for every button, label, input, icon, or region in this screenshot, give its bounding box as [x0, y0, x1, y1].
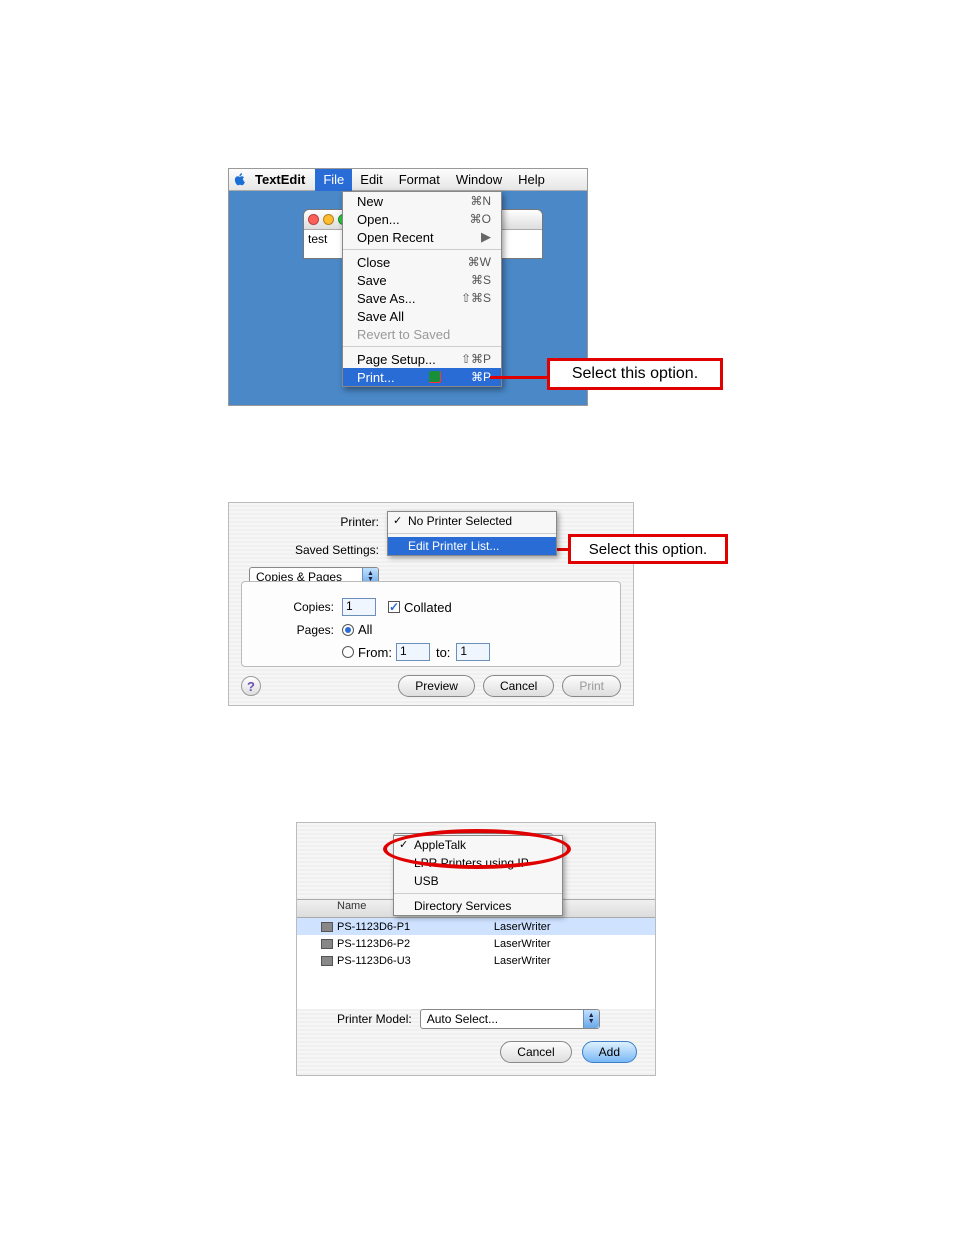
file-menu-item: Revert to Saved: [343, 325, 501, 343]
connection-dd-item[interactable]: USB: [394, 872, 562, 890]
screenshot-printer-list: AppleTalk ▲▼ ✓AppleTalkLPR Printers usin…: [296, 822, 656, 1076]
connection-dd-item[interactable]: Directory Services: [394, 897, 562, 915]
preview-button[interactable]: Preview: [398, 675, 475, 697]
connection-dd-item[interactable]: LPR Printers using IP: [394, 854, 562, 872]
help-button[interactable]: ?: [241, 676, 261, 696]
dialog-button-row: ? Preview Cancel Print: [241, 675, 621, 697]
printer-model-value: Auto Select...: [427, 1012, 498, 1026]
copies-input[interactable]: 1: [342, 598, 376, 616]
pages-to-label: to:: [430, 645, 456, 660]
add-button[interactable]: Add: [582, 1041, 637, 1063]
menu-help[interactable]: Help: [510, 169, 553, 191]
table-row[interactable]: PS-1123D6-P2LaserWriter: [297, 935, 655, 952]
printer-dd-item[interactable]: ✓No Printer Selected: [388, 512, 556, 530]
callout-select-print: Select this option.: [547, 358, 723, 390]
collated-label: Collated: [404, 600, 452, 615]
printer-model-label: Printer Model:: [337, 1012, 412, 1026]
connection-dd-item[interactable]: ✓AppleTalk: [394, 836, 562, 854]
callout-line: [490, 376, 547, 379]
pages-to-input[interactable]: 1: [456, 643, 490, 661]
printer-model-popup[interactable]: Auto Select... ▲▼: [420, 1009, 600, 1029]
callout-select-edit-list: Select this option.: [568, 534, 728, 564]
file-menu-item[interactable]: Open...⌘O: [343, 210, 501, 228]
printer-label: Printer:: [229, 515, 379, 529]
file-menu-item[interactable]: Save All: [343, 307, 501, 325]
printer-icon: [321, 956, 333, 966]
pages-from-label: From:: [358, 645, 392, 660]
file-menu-dropdown: New⌘NOpen...⌘OOpen Recent▶Close⌘WSave⌘SS…: [342, 191, 502, 387]
app-name[interactable]: TextEdit: [255, 172, 305, 187]
printer-icon: [429, 371, 441, 383]
printer-icon: [321, 922, 333, 932]
pages-from-input[interactable]: 1: [396, 643, 430, 661]
printer-dd-item[interactable]: Edit Printer List...: [388, 537, 556, 555]
file-menu-item[interactable]: Close⌘W: [343, 253, 501, 271]
close-icon[interactable]: [308, 214, 319, 225]
file-menu-item[interactable]: Print...⌘P: [343, 368, 501, 386]
screenshot-file-menu: TextEdit File Edit Format Window Help Un…: [228, 168, 588, 406]
cancel-button[interactable]: Cancel: [483, 675, 554, 697]
print-button[interactable]: Print: [562, 675, 621, 697]
menu-file[interactable]: File: [315, 169, 352, 191]
file-menu-item[interactable]: Save⌘S: [343, 271, 501, 289]
table-row[interactable]: PS-1123D6-U3LaserWriter: [297, 952, 655, 969]
updown-arrows-icon: ▲▼: [583, 1010, 599, 1028]
pages-all-label: All: [358, 622, 372, 637]
printer-dropdown[interactable]: ✓No Printer Selected Edit Printer List...: [387, 511, 557, 556]
connection-dropdown[interactable]: ✓AppleTalkLPR Printers using IPUSB Direct…: [393, 835, 563, 916]
menu-format[interactable]: Format: [391, 169, 448, 191]
copies-pages-group: Copies: 1 Collated Pages: All From: 1 to…: [241, 581, 621, 667]
file-menu-item[interactable]: Page Setup...⇧⌘P: [343, 350, 501, 368]
copies-label: Copies:: [252, 600, 342, 614]
cancel-button[interactable]: Cancel: [500, 1041, 571, 1063]
file-menu-item[interactable]: New⌘N: [343, 192, 501, 210]
file-menu-item[interactable]: Open Recent▶: [343, 228, 501, 246]
pages-from-radio[interactable]: [342, 646, 354, 658]
file-menu-item[interactable]: Save As...⇧⌘S: [343, 289, 501, 307]
menu-bar: TextEdit File Edit Format Window Help: [229, 169, 587, 191]
table-row[interactable]: PS-1123D6-P1LaserWriter: [297, 918, 655, 935]
pages-all-radio[interactable]: [342, 624, 354, 636]
menu-window[interactable]: Window: [448, 169, 510, 191]
printer-icon: [321, 939, 333, 949]
screenshot-print-dialog: Printer: Saved Settings: ✓No Printer Sel…: [228, 502, 634, 706]
collated-checkbox[interactable]: [388, 601, 400, 613]
menu-edit[interactable]: Edit: [352, 169, 390, 191]
minimize-icon[interactable]: [323, 214, 334, 225]
pages-label: Pages:: [252, 623, 342, 637]
saved-settings-label: Saved Settings:: [229, 543, 379, 557]
apple-menu-icon[interactable]: [233, 172, 249, 188]
